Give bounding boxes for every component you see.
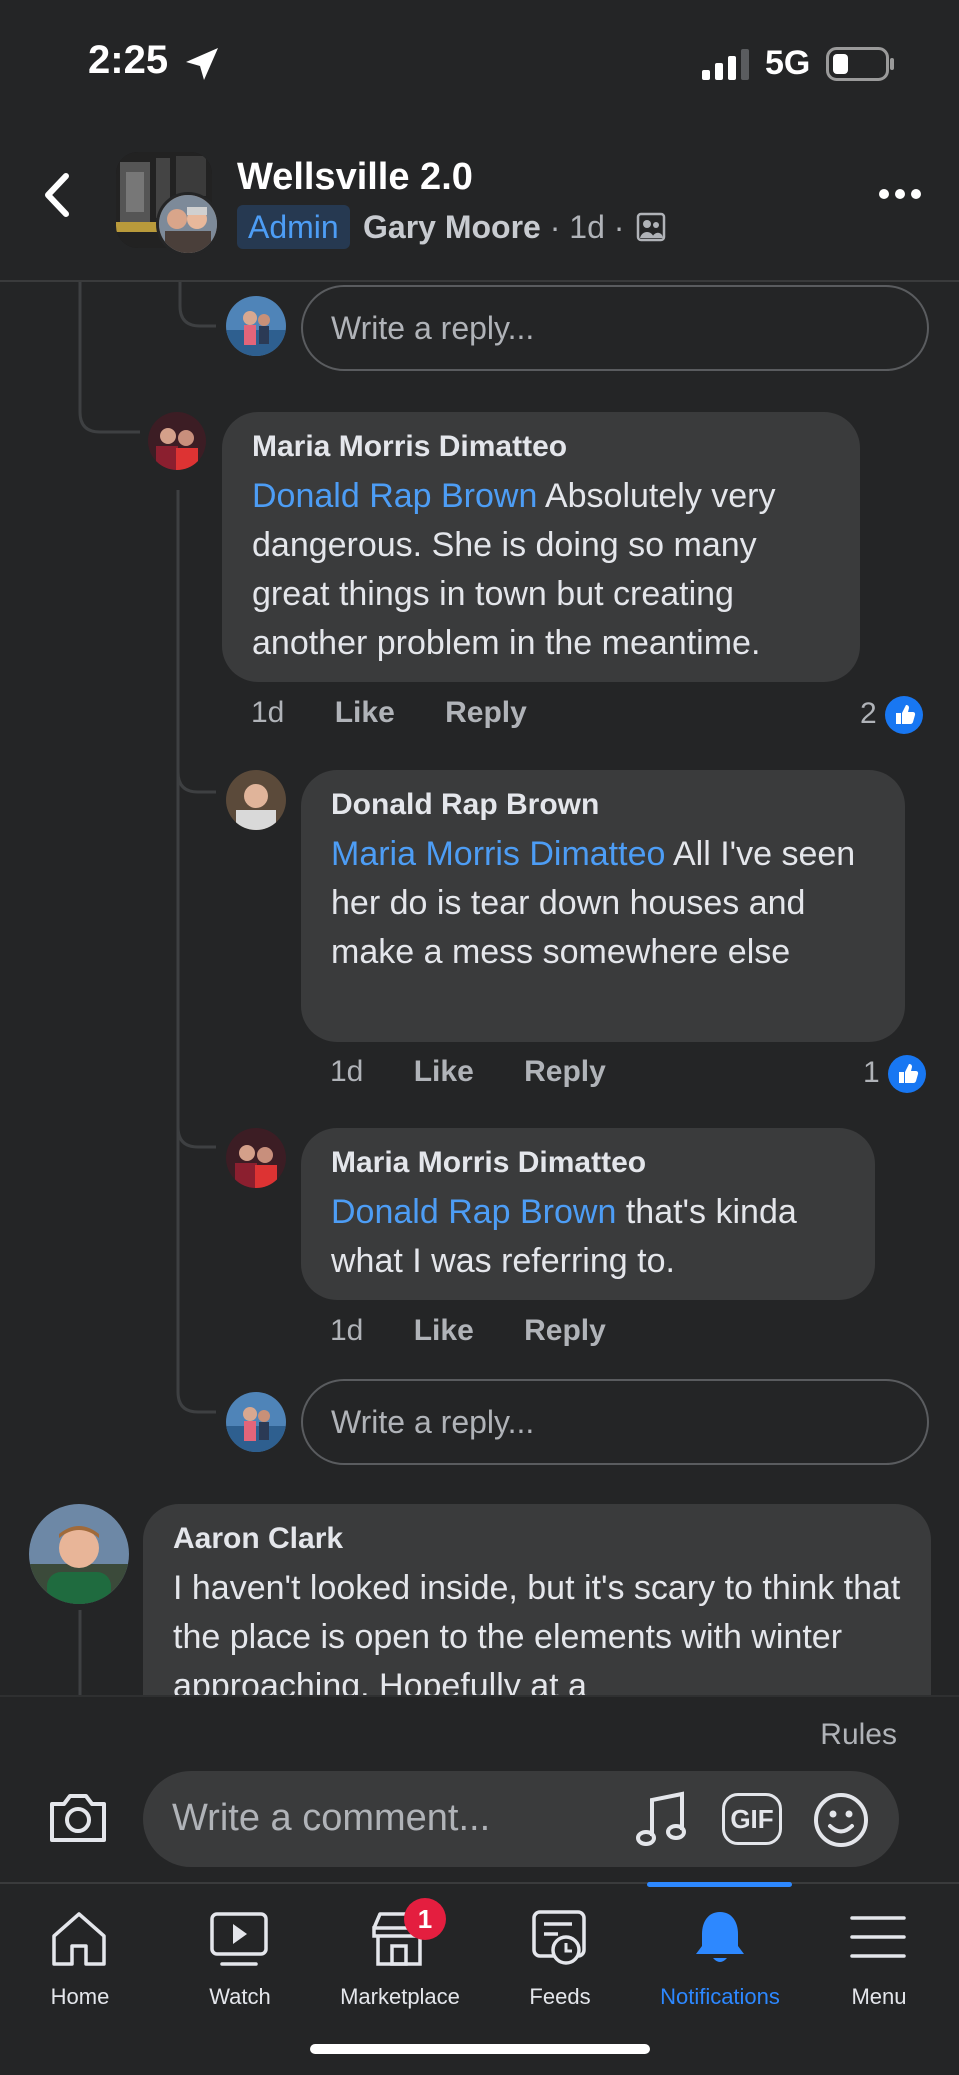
comment-author[interactable]: Maria Morris Dimatteo xyxy=(331,1144,845,1182)
mention-link[interactable]: Maria Morris Dimatteo xyxy=(331,835,665,873)
meta-separator: · xyxy=(549,209,570,245)
like-button[interactable]: Like xyxy=(414,1314,474,1347)
comment-age: 1d xyxy=(251,696,285,729)
reaction-count[interactable]: 1 xyxy=(863,1055,926,1093)
active-tab-indicator xyxy=(647,1882,792,1887)
post-age: 1d xyxy=(569,209,605,245)
post-meta: Gary Moore · 1d · xyxy=(363,205,624,249)
gif-button[interactable]: GIF xyxy=(722,1793,782,1845)
comment-actions: 1d Like Reply xyxy=(330,1055,648,1089)
comment-actions: 1d Like Reply xyxy=(251,696,569,730)
comment-age: 1d xyxy=(330,1055,364,1088)
comment-text: Donald Rap Brown Absolutely very dangero… xyxy=(252,477,776,662)
commenter-avatar[interactable] xyxy=(29,1504,129,1604)
comment-placeholder[interactable]: Write a comment... xyxy=(172,1797,490,1840)
comment-bubble: Maria Morris Dimatteo Donald Rap Brown t… xyxy=(301,1128,875,1300)
comment-text: Maria Morris Dimatteo All I've seen her … xyxy=(331,835,856,971)
like-reaction-icon xyxy=(884,696,923,734)
nav-menu-label[interactable]: Menu xyxy=(799,1984,959,2010)
like-button[interactable]: Like xyxy=(414,1055,474,1088)
watch-icon[interactable] xyxy=(208,1910,270,1968)
meta-separator: · xyxy=(613,209,625,245)
more-options-icon[interactable] xyxy=(878,182,922,206)
comment-age: 1d xyxy=(330,1314,364,1347)
status-time: 2:25 xyxy=(88,38,169,82)
camera-icon[interactable] xyxy=(46,1790,110,1846)
reaction-count[interactable]: 2 xyxy=(860,696,923,734)
mention-link[interactable]: Donald Rap Brown xyxy=(331,1193,616,1231)
commenter-avatar[interactable] xyxy=(226,1128,286,1188)
nav-notifications-label[interactable]: Notifications xyxy=(640,1984,800,2010)
admin-badge: Admin xyxy=(237,205,350,249)
current-user-avatar xyxy=(226,1392,286,1452)
location-arrow-icon xyxy=(186,48,218,80)
emoji-icon[interactable] xyxy=(812,1791,870,1849)
comment-author[interactable]: Aaron Clark xyxy=(173,1520,901,1558)
feeds-icon[interactable] xyxy=(528,1908,590,1970)
signal-icon xyxy=(702,49,749,80)
commenter-avatar[interactable] xyxy=(226,770,286,830)
current-user-avatar xyxy=(226,296,286,356)
like-reaction-icon xyxy=(887,1055,926,1093)
battery-icon xyxy=(826,47,894,81)
home-icon[interactable] xyxy=(48,1908,110,1968)
comment-text: Donald Rap Brown that's kinda what I was… xyxy=(331,1193,797,1280)
group-audience-icon xyxy=(636,212,666,242)
reply-input[interactable]: Write a reply... xyxy=(301,285,929,371)
marketplace-badge: 1 xyxy=(404,1898,446,1940)
network-type: 5G xyxy=(765,44,811,82)
reply-input[interactable]: Write a reply... xyxy=(301,1379,929,1465)
like-button[interactable]: Like xyxy=(335,696,395,729)
group-name[interactable]: Wellsville 2.0 xyxy=(237,156,473,199)
author-avatar[interactable] xyxy=(156,192,220,256)
menu-icon[interactable] xyxy=(850,1912,906,1962)
comment-text: I haven't looked inside, but it's scary … xyxy=(173,1569,901,1705)
reply-button[interactable]: Reply xyxy=(524,1055,606,1088)
back-arrow-icon[interactable] xyxy=(38,170,78,220)
nav-marketplace-label[interactable]: Marketplace xyxy=(320,1984,480,2010)
nav-watch-label[interactable]: Watch xyxy=(160,1984,320,2010)
comment-bubble: Donald Rap Brown Maria Morris Dimatteo A… xyxy=(301,770,905,1042)
comment-author[interactable]: Donald Rap Brown xyxy=(331,786,875,824)
mention-link[interactable]: Donald Rap Brown xyxy=(252,477,537,515)
commenter-avatar[interactable] xyxy=(148,412,206,470)
comment-actions: 1d Like Reply xyxy=(330,1314,648,1348)
comment-bubble: Maria Morris Dimatteo Donald Rap Brown A… xyxy=(222,412,860,682)
post-author[interactable]: Gary Moore xyxy=(363,209,541,245)
bell-icon[interactable] xyxy=(690,1908,750,1968)
home-indicator xyxy=(310,2044,650,2054)
nav-home-label[interactable]: Home xyxy=(0,1984,160,2010)
music-note-icon[interactable] xyxy=(634,1790,690,1850)
comment-author[interactable]: Maria Morris Dimatteo xyxy=(252,428,830,466)
reply-button[interactable]: Reply xyxy=(445,696,527,729)
reply-button[interactable]: Reply xyxy=(524,1314,606,1347)
rules-link[interactable]: Rules xyxy=(820,1718,897,1752)
nav-feeds-label[interactable]: Feeds xyxy=(480,1984,640,2010)
